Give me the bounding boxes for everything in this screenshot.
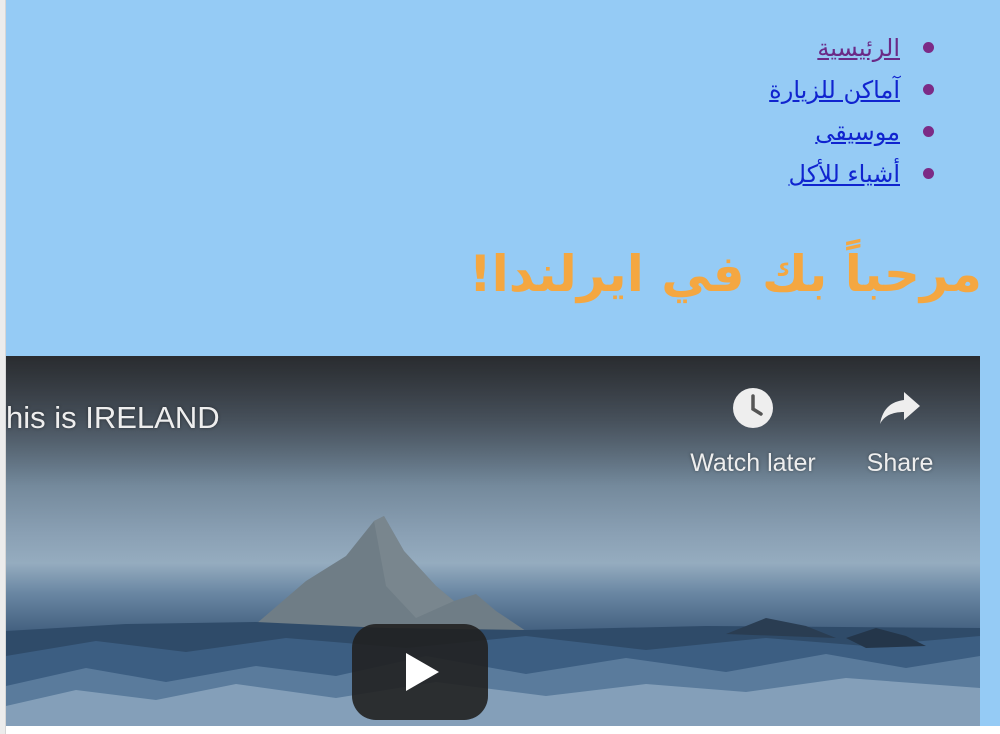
video-title[interactable]: his is IRELAND bbox=[6, 400, 220, 436]
share-arrow-icon bbox=[880, 392, 920, 424]
share-label: Share bbox=[866, 449, 934, 477]
nav-link-food[interactable]: أشياء للأكل bbox=[789, 160, 900, 188]
watch-later-button[interactable]: Watch later bbox=[682, 386, 824, 478]
bullet-icon bbox=[923, 42, 934, 53]
page-heading: مرحباً بك في ايرلندا! bbox=[468, 245, 982, 303]
play-icon bbox=[406, 653, 439, 691]
nav-item-home: الرئيسية bbox=[769, 27, 934, 69]
nav-link-home[interactable]: الرئيسية bbox=[817, 34, 900, 62]
nav-list: الرئيسية آماكن للزيارة موسيقى أشياء للأك… bbox=[769, 27, 934, 195]
nav-link-places[interactable]: آماكن للزيارة bbox=[769, 76, 900, 104]
nav-link-music[interactable]: موسيقى bbox=[815, 118, 900, 146]
bullet-icon bbox=[923, 126, 934, 137]
nav-item-music: موسيقى bbox=[769, 111, 934, 153]
video-player[interactable]: his is IRELAND Watch later Share bbox=[6, 356, 980, 726]
clock-icon bbox=[733, 388, 773, 428]
share-button[interactable]: Share bbox=[864, 386, 936, 478]
play-button[interactable] bbox=[352, 624, 488, 720]
bullet-icon bbox=[923, 84, 934, 95]
bullet-icon bbox=[923, 168, 934, 179]
watch-later-label: Watch later bbox=[690, 449, 816, 477]
nav-item-places: آماكن للزيارة bbox=[769, 69, 934, 111]
page-bottom-strip bbox=[6, 726, 1000, 734]
page-body: الرئيسية آماكن للزيارة موسيقى أشياء للأك… bbox=[6, 0, 1000, 726]
nav-item-food: أشياء للأكل bbox=[769, 153, 934, 195]
